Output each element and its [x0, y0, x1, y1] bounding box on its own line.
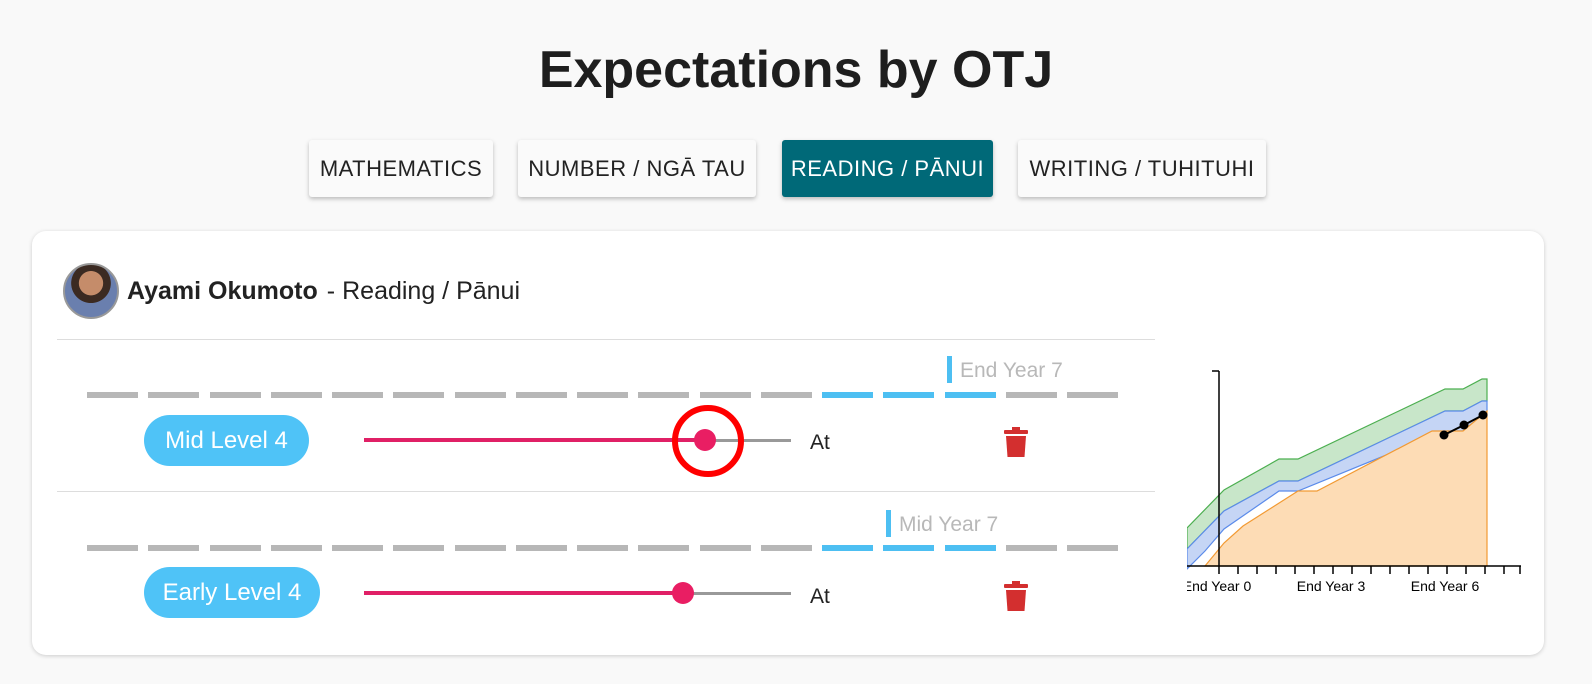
student-point: [1459, 420, 1469, 430]
timeline-marker-label: End Year 7: [960, 359, 1063, 382]
chart-x-tick-label: End Year 6: [1411, 578, 1480, 594]
judgement-row: Mid Year 7 Early Level 4 At: [32, 493, 1162, 643]
chart-x-tick-label: End Year 3: [1297, 578, 1366, 594]
timeline-marker: [947, 356, 952, 383]
student-header: Ayami Okumoto - Reading / Pānui: [63, 262, 520, 320]
tab-mathematics[interactable]: MATHEMATICS: [309, 140, 493, 197]
student-card: Ayami Okumoto - Reading / Pānui End Year…: [32, 231, 1544, 655]
divider: [57, 339, 1155, 340]
tab-writing[interactable]: WRITING / TUHITUHI: [1018, 140, 1266, 197]
avatar: [63, 263, 119, 319]
trash-icon[interactable]: [1004, 581, 1028, 611]
subject-tabs: MATHEMATICS NUMBER / NGĀ TAU READING / P…: [0, 140, 1592, 198]
judgement-row: End Year 7 Mid Level 4 At: [32, 341, 1162, 491]
level-pill[interactable]: Early Level 4: [144, 567, 320, 618]
timeline-ticks: [87, 392, 1127, 398]
highlight-ring: [672, 405, 744, 477]
level-pill[interactable]: Mid Level 4: [144, 415, 309, 466]
timeline-marker: [886, 510, 891, 537]
tab-number[interactable]: NUMBER / NGĀ TAU: [518, 140, 756, 197]
chart-x-ticks: [1218, 566, 1521, 574]
divider: [57, 491, 1155, 492]
slider-fill: [364, 438, 705, 442]
status-label: At: [810, 585, 830, 608]
timeline-marker-label: Mid Year 7: [899, 513, 999, 536]
status-label: At: [810, 431, 830, 454]
student-point: [1478, 410, 1488, 420]
page-title: Expectations by OTJ: [538, 41, 1054, 99]
progress-chart: End Year 0 End Year 3 End Year 6: [1187, 370, 1521, 594]
trash-icon[interactable]: [1004, 427, 1028, 457]
slider-fill: [364, 591, 683, 595]
student-name: Ayami Okumoto: [127, 276, 318, 305]
tab-reading[interactable]: READING / PĀNUI: [782, 140, 993, 197]
header-separator: -: [326, 276, 336, 305]
student-point: [1439, 430, 1449, 440]
slider-thumb[interactable]: [672, 582, 694, 604]
level-slider[interactable]: [364, 578, 791, 608]
subject-label: Reading / Pānui: [342, 276, 521, 305]
chart-x-tick-label: End Year 0: [1187, 578, 1251, 594]
timeline-ticks: [87, 545, 1127, 551]
